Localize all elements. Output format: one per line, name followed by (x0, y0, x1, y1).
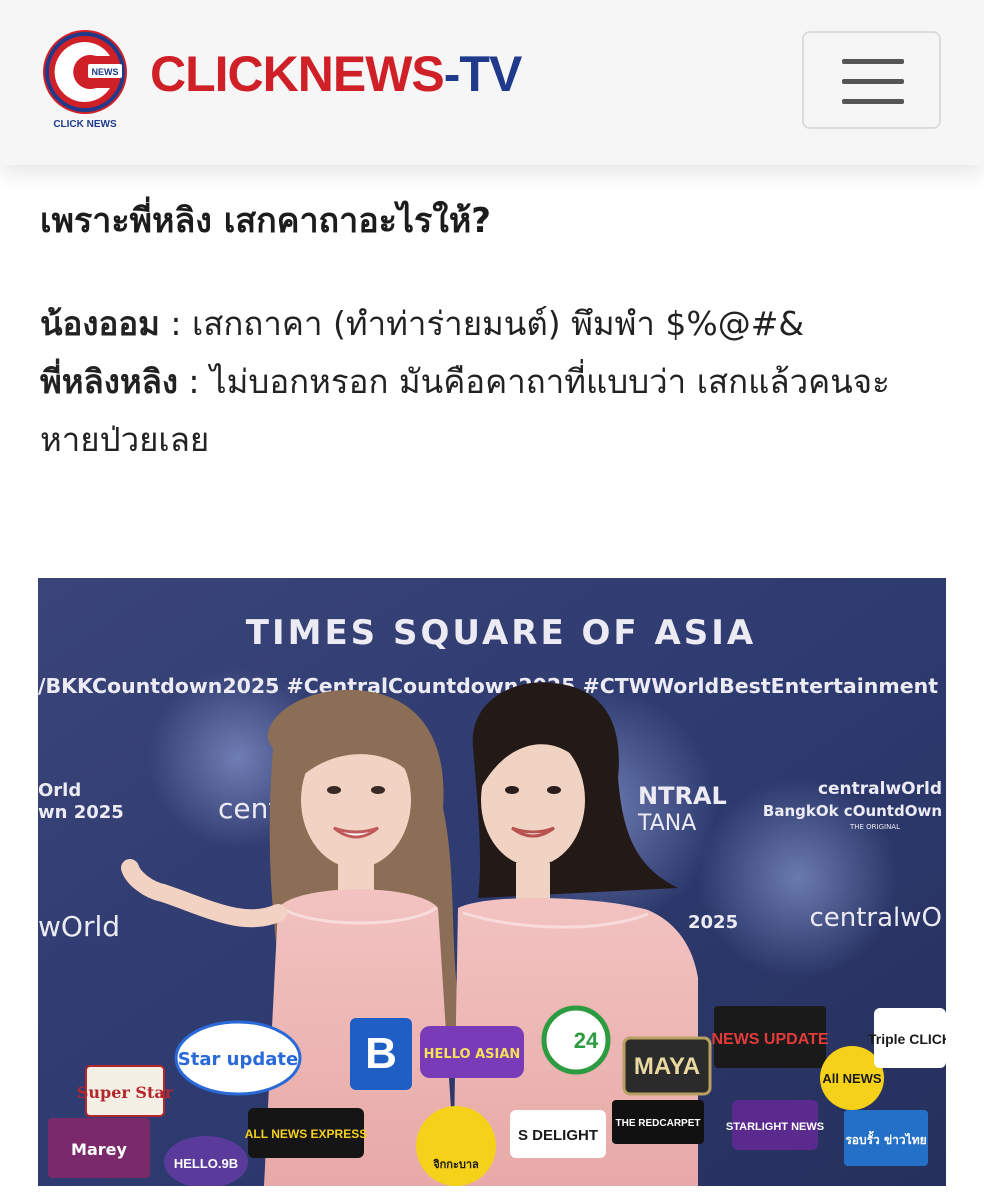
backdrop-hashtags: /BKKCountdown2025 #CentralCountdown2025 … (38, 674, 938, 698)
backdrop-text: wOrld (38, 910, 120, 943)
site-header: NEWS CLICK NEWS CLICKNEWS-TV (0, 0, 984, 165)
mic-label: 24 (574, 1028, 599, 1053)
mic-label: B (365, 1029, 397, 1078)
mic-label: Triple CLICK (868, 1031, 946, 1047)
hamburger-icon-bar-2 (842, 79, 904, 84)
backdrop-text: wn 2025 (38, 802, 124, 823)
mic-label: Star update (178, 1049, 298, 1070)
mic-label: S DELIGHT (518, 1127, 598, 1144)
brand-dash: - (443, 46, 461, 102)
menu-button[interactable] (802, 31, 941, 129)
mic-label: THE REDCARPET (615, 1118, 700, 1129)
mic-label: HELLO ASIAN (424, 1047, 521, 1062)
speaker-name: พี่หลิงหลิง (40, 362, 178, 401)
mic-label: MAYA (634, 1053, 700, 1080)
dialogue-line: พี่หลิงหลิง : ไม่บอกหรอก มันคือคาถาที่แบ… (40, 353, 945, 469)
backdrop-text: centralwO (809, 903, 942, 933)
article-dialogue: น้องออม : เสกถาคา (ทำท่าร่ายมนต์) พึมพำ … (40, 295, 945, 469)
backdrop-text: BangkOk cOuntdOwn (763, 802, 942, 820)
mic-label: HELLO.9B (174, 1156, 238, 1171)
backdrop-text: THE ORIGINAL (849, 823, 900, 831)
mic-label: จิกกะบาล (433, 1158, 479, 1171)
brand-wordmark[interactable]: CLICKNEWS-TV (150, 44, 522, 104)
logo-caption: CLICK NEWS (53, 119, 117, 130)
mic-label: STARLIGHT NEWS (726, 1121, 824, 1133)
backdrop-text: 2025 (688, 912, 738, 933)
hamburger-icon-bar-3 (842, 99, 904, 104)
dialogue-line: น้องออม : เสกถาคา (ทำท่าร่ายมนต์) พึมพำ … (40, 295, 945, 353)
mic-label: Marey (71, 1140, 127, 1159)
backdrop-text: NTRAL (638, 782, 727, 810)
clicknews-logo-icon[interactable]: NEWS CLICK NEWS (38, 28, 132, 130)
dialogue-text: เสกถาคา (ทำท่าร่ายมนต์) พึมพำ $%@#& (192, 304, 805, 343)
hamburger-icon (842, 59, 904, 64)
mic-label: NEWS UPDATE (711, 1031, 828, 1048)
backdrop-text: TANA (637, 811, 696, 836)
speaker-separator: : (159, 304, 192, 343)
backdrop-title: TIMES SQUARE OF ASIA (246, 613, 756, 653)
logo-badge-text: NEWS (92, 67, 119, 77)
article-headline: เพราะพี่หลิง เสกคาถาอะไรให้? (40, 201, 491, 241)
mic-label: Super Star (77, 1083, 174, 1102)
article-photo[interactable]: TIMES SQUARE OF ASIA /BKKCountdown2025 #… (38, 578, 946, 1186)
speaker-separator: : (177, 362, 211, 401)
backdrop-text: centralwOrld (818, 779, 942, 799)
brand-main: CLICKNEWS (150, 46, 445, 102)
mic-label: รอบรั้ว ข่าวไทย (845, 1130, 926, 1147)
mic-label: All NEWS (822, 1071, 882, 1086)
brand-tv: TV (459, 46, 522, 102)
backdrop-text: Orld (38, 780, 81, 801)
mic-label: ALL NEWS EXPRESS (245, 1127, 367, 1141)
mic-flag (416, 1106, 496, 1186)
speaker-name: น้องออม (40, 304, 160, 343)
